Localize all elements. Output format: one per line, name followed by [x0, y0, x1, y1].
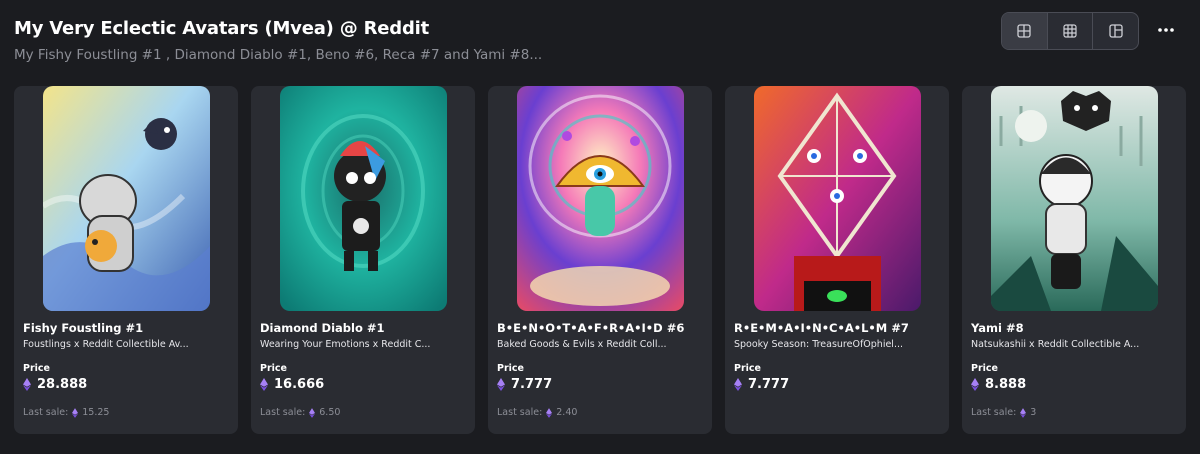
price-label: Price: [260, 363, 287, 374]
grid-large-icon: [1017, 24, 1031, 38]
view-large-grid-button[interactable]: [1002, 13, 1048, 49]
nft-card[interactable]: Fishy Foustling #1 Foustlings x Reddit C…: [14, 86, 238, 434]
price-value: 28.888: [37, 377, 88, 392]
price-value: 7.777: [511, 377, 553, 392]
price-value: 8.888: [985, 377, 1027, 392]
avatar-name: Yami #8: [971, 321, 1024, 335]
layout-mosaic-icon: [1109, 24, 1123, 38]
grid-small-icon: [1063, 24, 1077, 38]
more-horizontal-icon: [1158, 28, 1174, 32]
more-options-button[interactable]: [1153, 20, 1179, 40]
last-sale-label: Last sale:: [260, 407, 306, 418]
ethereum-icon: [1020, 407, 1027, 418]
view-toggle: [1001, 12, 1139, 50]
view-mosaic-button[interactable]: [1093, 13, 1138, 49]
collection-name: Wearing Your Emotions x Reddit C...: [260, 339, 431, 350]
last-sale: Last sale: 6.50: [260, 407, 340, 418]
price-row: 16.666: [260, 377, 324, 392]
last-sale-value: 2.40: [556, 407, 578, 418]
ethereum-icon: [309, 407, 316, 418]
nft-card[interactable]: B•E•N•O•T•A•F•R•A•I•D #6 Baked Goods & E…: [488, 86, 712, 434]
last-sale-label: Last sale:: [23, 407, 69, 418]
ethereum-icon: [971, 378, 979, 391]
last-sale-label: Last sale:: [497, 407, 543, 418]
nft-card[interactable]: Diamond Diablo #1 Wearing Your Emotions …: [251, 86, 475, 434]
collection-name: Foustlings x Reddit Collectible Av...: [23, 339, 189, 350]
nft-card[interactable]: R•E•M•A•I•N•C•A•L•M #7 Spooky Season: Tr…: [725, 86, 949, 434]
last-sale-value: 15.25: [82, 407, 110, 418]
price-row: 28.888: [23, 377, 87, 392]
price-label: Price: [971, 363, 998, 374]
avatar-image[interactable]: [991, 86, 1158, 311]
price-row: 8.888: [971, 377, 1026, 392]
collection-name: Spooky Season: TreasureOfOphiel...: [734, 339, 904, 350]
ethereum-icon: [734, 378, 742, 391]
avatar-image[interactable]: [280, 86, 447, 311]
ethereum-icon: [497, 378, 505, 391]
nft-card[interactable]: Yami #8 Natsukashii x Reddit Collectible…: [962, 86, 1186, 434]
collection-name: Baked Goods & Evils x Reddit Coll...: [497, 339, 667, 350]
collection-name: Natsukashii x Reddit Collectible A...: [971, 339, 1140, 350]
avatar-name: Diamond Diablo #1: [260, 321, 385, 335]
last-sale: Last sale: 15.25: [23, 407, 109, 418]
avatar-image[interactable]: [517, 86, 684, 311]
last-sale-value: 6.50: [319, 407, 341, 418]
price-label: Price: [734, 363, 761, 374]
avatar-name: R•E•M•A•I•N•C•A•L•M #7: [734, 321, 909, 335]
last-sale-value: 3: [1030, 407, 1037, 418]
ethereum-icon: [23, 378, 31, 391]
price-label: Price: [497, 363, 524, 374]
avatar-name: B•E•N•O•T•A•F•R•A•I•D #6: [497, 321, 685, 335]
view-small-grid-button[interactable]: [1048, 13, 1094, 49]
avatar-grid: Fishy Foustling #1 Foustlings x Reddit C…: [14, 86, 1186, 434]
ethereum-icon: [72, 407, 79, 418]
price-value: 7.777: [748, 377, 790, 392]
avatar-image[interactable]: [43, 86, 210, 311]
avatar-name: Fishy Foustling #1: [23, 321, 144, 335]
price-label: Price: [23, 363, 50, 374]
ethereum-icon: [546, 407, 553, 418]
price-value: 16.666: [274, 377, 325, 392]
price-row: 7.777: [734, 377, 789, 392]
ethereum-icon: [260, 378, 268, 391]
last-sale: Last sale: 3: [971, 407, 1036, 418]
avatar-image[interactable]: [754, 86, 921, 311]
price-row: 7.777: [497, 377, 552, 392]
last-sale: Last sale: 2.40: [497, 407, 577, 418]
last-sale-label: Last sale:: [971, 407, 1017, 418]
